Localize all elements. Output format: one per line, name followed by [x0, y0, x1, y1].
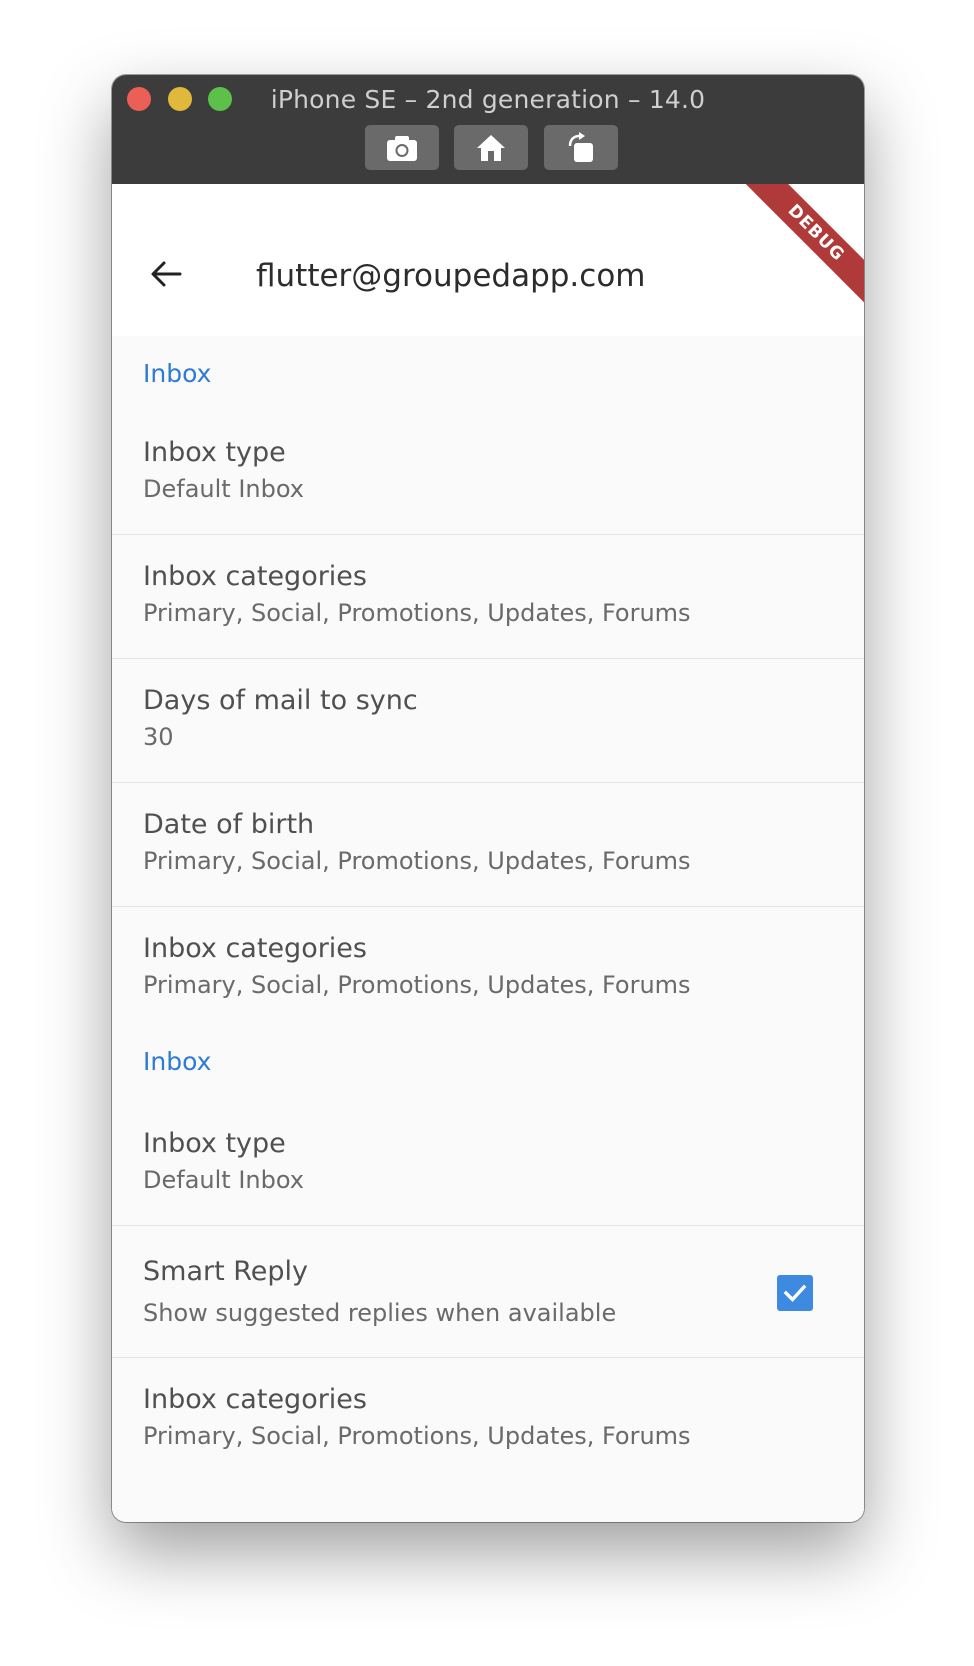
tile-title: Smart Reply [143, 1256, 309, 1287]
tile-subtitle: Primary, Social, Promotions, Updates, Fo… [143, 1422, 691, 1450]
tile-subtitle: Primary, Social, Promotions, Updates, Fo… [143, 971, 691, 999]
home-icon [477, 134, 505, 161]
settings-tile-inbox-categories[interactable]: Inbox categories Primary, Social, Promot… [112, 535, 864, 659]
screenshot-icon [387, 135, 417, 161]
settings-tile-inbox-type[interactable]: Inbox type Default Inbox [112, 411, 864, 535]
settings-tile-inbox-type[interactable]: Inbox type Default Inbox [112, 1102, 864, 1226]
window-title: iPhone SE – 2nd generation – 14.0 [270, 85, 706, 114]
tile-subtitle: Show suggested replies when available [143, 1299, 617, 1327]
section-header-inbox: Inbox [143, 359, 212, 388]
rotate-icon [568, 131, 593, 162]
home-button[interactable] [454, 125, 528, 170]
rotate-button[interactable] [544, 125, 618, 170]
screenshot-button[interactable] [365, 125, 439, 170]
page-title: flutter@groupedapp.com [256, 258, 646, 294]
app-bar: flutter@groupedapp.com DEBUG [112, 184, 864, 336]
arrow-back-icon [151, 261, 182, 287]
tile-subtitle: Default Inbox [143, 1166, 304, 1194]
settings-tile-date-of-birth[interactable]: Date of birth Primary, Social, Promotion… [112, 783, 864, 907]
tile-subtitle: Primary, Social, Promotions, Updates, Fo… [143, 847, 691, 875]
settings-tile-inbox-categories[interactable]: Inbox categories Primary, Social, Promot… [112, 907, 864, 1031]
back-button[interactable] [138, 246, 194, 302]
tile-title: Date of birth [143, 809, 315, 840]
simulator-window: iPhone SE – 2nd generation – 14.0 flutte… [112, 75, 864, 1522]
tile-title: Inbox categories [143, 561, 367, 592]
tile-subtitle: Primary, Social, Promotions, Updates, Fo… [143, 599, 691, 627]
settings-tile-inbox-categories[interactable]: Inbox categories Primary, Social, Promot… [112, 1358, 864, 1482]
tile-subtitle: 30 [143, 723, 174, 751]
settings-tile-days-of-mail[interactable]: Days of mail to sync 30 [112, 659, 864, 783]
debug-banner: DEBUG [734, 184, 864, 315]
smart-reply-checkbox[interactable] [777, 1275, 813, 1311]
settings-tile-smart-reply[interactable]: Smart Reply Show suggested replies when … [112, 1226, 864, 1358]
check-icon [783, 1284, 807, 1302]
settings-list: Inbox Inbox type Default Inbox Inbox cat… [112, 336, 864, 1482]
app-screen: flutter@groupedapp.com DEBUG Inbox Inbox… [112, 184, 864, 1522]
window-titlebar: iPhone SE – 2nd generation – 14.0 [112, 75, 864, 184]
tile-subtitle: Default Inbox [143, 475, 304, 503]
section-header-inbox: Inbox [143, 1047, 212, 1076]
tile-title: Inbox categories [143, 933, 367, 964]
tile-title: Inbox type [143, 437, 286, 468]
tile-title: Days of mail to sync [143, 685, 418, 716]
tile-title: Inbox categories [143, 1384, 367, 1415]
tile-title: Inbox type [143, 1128, 286, 1159]
